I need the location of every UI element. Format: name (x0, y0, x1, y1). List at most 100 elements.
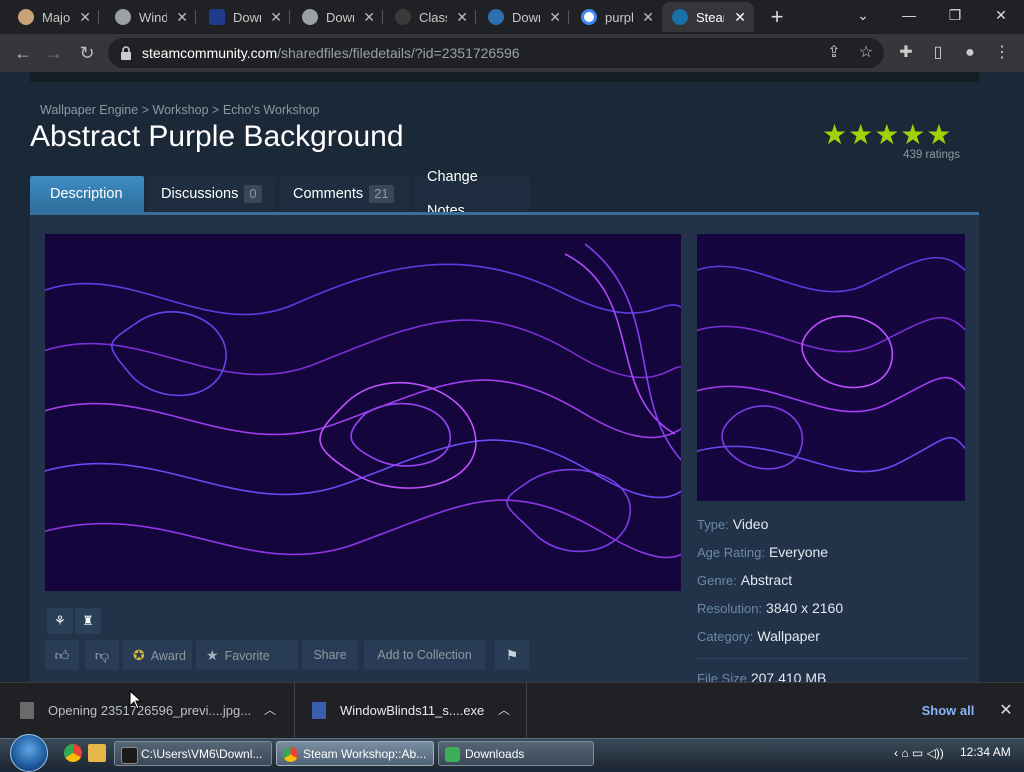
breadcrumb-link-author[interactable]: Echo's Workshop (223, 103, 320, 117)
workshop-page: Wallpaper Engine > Workshop > Echo's Wor… (0, 72, 1024, 682)
avatar-icon (18, 9, 34, 25)
taskbar-label: Downloads (465, 747, 525, 761)
tab-label: Description (50, 186, 123, 202)
chrome-pinned-icon[interactable] (64, 744, 82, 762)
close-tab-icon[interactable]: ✕ (79, 9, 91, 26)
close-tab-icon[interactable]: ✕ (642, 9, 654, 26)
comments-count-badge: 21 (369, 185, 394, 203)
share-button[interactable]: Share (302, 640, 358, 670)
close-tab-icon[interactable]: ✕ (270, 9, 282, 26)
site-icon (209, 9, 225, 25)
tab-description[interactable]: Description (30, 176, 144, 212)
meta-label: Age Rating: (697, 545, 765, 560)
meta-value[interactable]: Wallpaper (757, 628, 820, 644)
tab-discussions[interactable]: Discussions 0 (148, 177, 275, 211)
taskbar-label: C:\Users\VM6\Downl... (141, 747, 263, 761)
show-all-button[interactable]: Show all (917, 699, 979, 723)
favorite-label: Favorite (224, 649, 270, 663)
flag-icon: ⚑ (505, 647, 519, 663)
close-tab-icon[interactable]: ✕ (363, 9, 375, 26)
restore-button[interactable]: ❐ (932, 0, 978, 32)
close-tab-icon[interactable]: ✕ (734, 9, 746, 26)
meta-value[interactable]: Abstract (741, 572, 792, 588)
reload-button[interactable]: ↻ (76, 42, 98, 64)
extensions-icon[interactable]: ✚ (896, 43, 916, 63)
chevron-up-icon[interactable]: ︿ (264, 701, 276, 718)
close-window-button[interactable]: ✕ (978, 0, 1024, 32)
steam-icon (672, 9, 688, 25)
system-tray[interactable]: ‹ ⌂ ▭ ◁)) (894, 746, 944, 760)
breadcrumb-link-app[interactable]: Wallpaper Engine (40, 103, 138, 117)
browser-tab-4[interactable]: Down ✕ (292, 2, 383, 32)
tab-label: Discussions (161, 186, 239, 202)
forward-button[interactable]: → (43, 42, 65, 64)
file-icon (20, 702, 34, 719)
tab-title: Class (419, 9, 447, 25)
taskbar-clock[interactable]: 12:34 AM (960, 745, 1011, 759)
main-preview-image[interactable] (45, 234, 681, 591)
star-icon: ★ (206, 647, 219, 663)
download-item[interactable]: Opening 2351726596_previ....jpg... ︿ (0, 683, 295, 739)
back-button[interactable]: ← (12, 42, 34, 64)
tab-search-icon[interactable]: ⌄ (840, 0, 886, 32)
meta-category: Category: Wallpaper (697, 628, 820, 644)
taskbar-item-chrome[interactable]: Steam Workshop::Ab... (276, 741, 434, 766)
browser-tab-3[interactable]: Down ✕ (199, 2, 290, 32)
side-panel-icon[interactable]: ▯ (928, 43, 948, 63)
meta-label: Type: (697, 517, 729, 532)
tab-title: purpl (605, 9, 633, 25)
thumbs-up-button[interactable]: 👍︎ (45, 640, 79, 670)
meta-value: 207.410 MB (750, 670, 827, 682)
close-download-bar-icon[interactable]: ✕ (996, 699, 1016, 723)
browser-tab-active[interactable]: Steam ✕ (662, 2, 754, 32)
google-icon (581, 9, 597, 25)
lock-icon (121, 46, 131, 60)
globe-icon (115, 9, 131, 25)
menu-icon[interactable]: ⋮ (992, 43, 1012, 63)
breadcrumb-link-workshop[interactable]: Workshop (153, 103, 209, 117)
browser-tab-5[interactable]: Class ✕ (385, 2, 476, 32)
explorer-pinned-icon[interactable] (88, 744, 106, 762)
close-tab-icon[interactable]: ✕ (176, 9, 188, 26)
bookmark-star-icon[interactable]: ☆ (856, 43, 876, 63)
breadcrumb: Wallpaper Engine > Workshop > Echo's Wor… (40, 103, 319, 117)
award-badge-icon[interactable]: ♜ (75, 608, 101, 634)
award-button[interactable]: ✪ Award (123, 640, 192, 670)
browser-tab-1[interactable]: Major ✕ (8, 2, 99, 32)
add-to-collection-button[interactable]: Add to Collection (364, 640, 485, 670)
thumbnail-image[interactable] (697, 234, 965, 501)
close-tab-icon[interactable]: ✕ (549, 9, 561, 26)
browser-toolbar: ← → ↻ steamcommunity.com/sharedfiles/fil… (0, 34, 1024, 72)
meta-value: 3840 x 2160 (766, 600, 844, 616)
taskbar-item-7zip[interactable]: C:\Users\VM6\Downl... (114, 741, 272, 766)
downloads-folder-icon (445, 747, 460, 762)
tab-comments[interactable]: Comments 21 (280, 177, 409, 211)
download-item[interactable]: WindowBlinds11_s....exe ︿ (294, 683, 527, 739)
windows-taskbar: C:\Users\VM6\Downl... Steam Workshop::Ab… (0, 734, 1024, 772)
address-bar[interactable]: steamcommunity.com/sharedfiles/filedetai… (108, 38, 884, 68)
minimize-button[interactable]: — (886, 0, 932, 32)
chevron-up-icon[interactable]: ︿ (498, 701, 510, 718)
close-tab-icon[interactable]: ✕ (456, 9, 468, 26)
tab-change-notes[interactable]: Change Notes (414, 169, 530, 219)
profile-icon[interactable]: ● (960, 43, 980, 63)
award-badge-icon[interactable]: ⚘ (47, 608, 73, 634)
meta-resolution: Resolution: 3840 x 2160 (697, 600, 843, 616)
circle-icon (395, 9, 411, 25)
report-button[interactable]: ⚑ (495, 640, 529, 670)
browser-tab-7[interactable]: purpl ✕ (571, 2, 662, 32)
tab-label: Comments (293, 186, 364, 202)
browser-tab-2[interactable]: Windo ✕ (105, 2, 196, 32)
favorite-button[interactable]: ★ Favorite (196, 640, 298, 670)
browser-tab-6[interactable]: Down ✕ (478, 2, 569, 32)
new-tab-button[interactable]: + (766, 4, 788, 30)
thumbs-down-icon: 👎︎ (94, 647, 110, 663)
start-button[interactable] (10, 734, 48, 772)
header-strip (30, 72, 979, 82)
taskbar-item-downloads[interactable]: Downloads (438, 741, 594, 766)
rating-stars: ★★★★★ (822, 119, 953, 150)
share-icon[interactable]: ⇪ (824, 43, 844, 63)
meta-label: Category: (697, 629, 754, 644)
thumbs-down-button[interactable]: 👎︎ (85, 640, 119, 670)
tab-title: Windo (139, 9, 167, 25)
